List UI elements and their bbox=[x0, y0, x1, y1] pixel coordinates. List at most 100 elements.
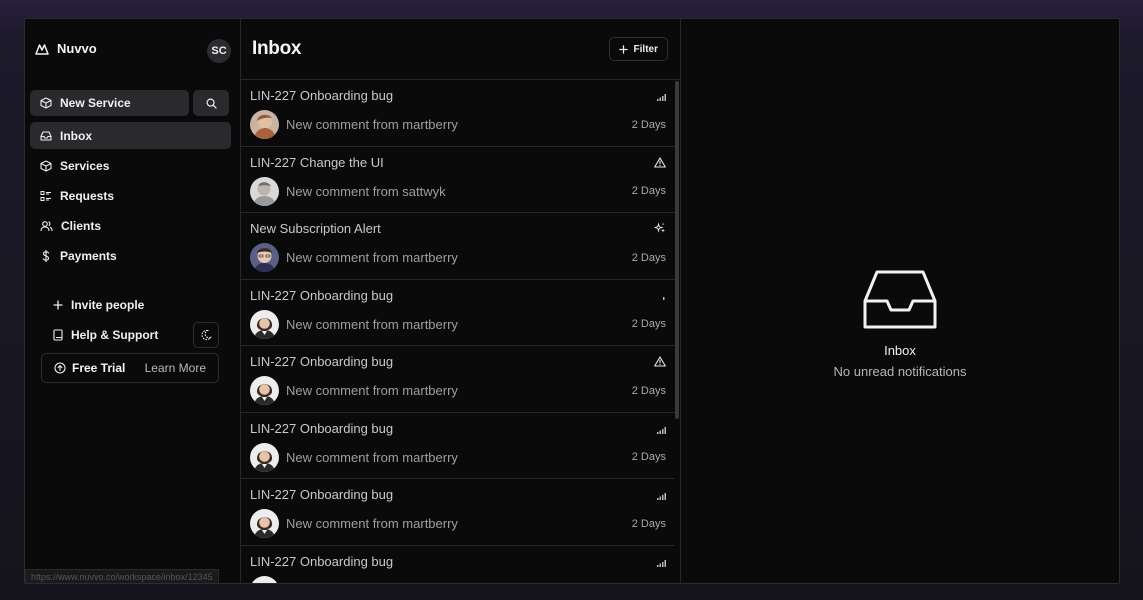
inbox-item-time: 2 Days bbox=[631, 384, 666, 397]
inbox-header: Inbox Filter bbox=[241, 19, 680, 80]
sidebar-item-label: Requests bbox=[60, 188, 115, 203]
box-icon bbox=[40, 159, 52, 172]
inbox-item-time: 2 Days bbox=[631, 118, 666, 131]
user-avatar[interactable]: SC bbox=[207, 39, 231, 63]
inbox-item-title: LIN-227 Change the UI bbox=[250, 154, 384, 170]
free-trial[interactable]: Free Trial bbox=[54, 361, 125, 375]
inbox-item-message: New comment from martberry bbox=[286, 383, 458, 398]
inbox-item-title: LIN-227 Onboarding bug bbox=[250, 287, 394, 303]
free-trial-banner[interactable]: Free Trial Learn More bbox=[41, 353, 219, 383]
inbox-item-title: LIN-227 Onboarding bug bbox=[250, 354, 394, 369]
invite-people-link[interactable]: Invite people bbox=[53, 298, 144, 312]
sparkle-icon bbox=[654, 222, 666, 234]
avatar bbox=[250, 509, 279, 538]
inbox-tray-icon bbox=[863, 269, 937, 331]
app-window: Nuvvo SC New Service Inbox Services Requ… bbox=[24, 18, 1120, 584]
free-trial-label: Free Trial bbox=[72, 361, 126, 375]
nuvvo-logo-icon bbox=[35, 43, 49, 55]
warning-icon bbox=[654, 156, 666, 168]
sidebar-item-payments[interactable]: Payments bbox=[30, 242, 231, 269]
sidebar-item-requests[interactable]: Requests bbox=[30, 182, 231, 209]
inbox-item-message: New comment from martberry bbox=[286, 250, 458, 265]
sidebar-item-clients[interactable]: Clients bbox=[30, 212, 231, 239]
invite-people-label: Invite people bbox=[71, 298, 145, 312]
inbox-item[interactable]: LIN-227 Onboarding bug New comment from … bbox=[241, 413, 675, 479]
inbox-item-time: 2 Days bbox=[631, 451, 666, 463]
inbox-list-panel: Inbox Filter LIN-227 Onboarding bug New … bbox=[241, 19, 681, 583]
inbox-icon bbox=[40, 130, 52, 142]
search-button[interactable] bbox=[193, 90, 229, 116]
empty-state: Inbox No unread notifications bbox=[681, 269, 1119, 379]
inbox-item-message: New comment from martberry bbox=[286, 516, 458, 531]
scrollbar[interactable] bbox=[675, 81, 679, 419]
avatar bbox=[250, 442, 279, 472]
empty-subtitle: No unread notifications bbox=[833, 364, 967, 379]
box-icon bbox=[40, 97, 52, 109]
priority-bars-icon bbox=[654, 555, 666, 567]
inbox-item[interactable]: LIN-227 Onboarding bug New comment from … bbox=[241, 346, 675, 413]
avatar bbox=[250, 176, 279, 206]
inbox-item-message: New comment from sattwyk bbox=[286, 183, 446, 199]
inbox-item-title: LIN-227 Onboarding bug bbox=[250, 553, 394, 569]
users-icon bbox=[40, 220, 53, 232]
sidebar-item-inbox[interactable]: Inbox bbox=[30, 122, 231, 149]
inbox-item-title: LIN-227 Onboarding bug bbox=[250, 88, 394, 103]
avatar bbox=[250, 110, 279, 139]
empty-title: Inbox bbox=[884, 343, 916, 358]
inbox-item-time: 2 Days bbox=[631, 318, 666, 330]
inbox-item-time: 2 Days bbox=[631, 251, 666, 264]
arrow-up-circle-icon bbox=[54, 362, 66, 374]
book-icon bbox=[53, 329, 63, 341]
inbox-item[interactable]: LIN-227 Onboarding bug New comment from … bbox=[241, 280, 675, 346]
moon-icon bbox=[199, 328, 213, 342]
page-title: Inbox bbox=[252, 38, 302, 59]
new-service-button[interactable]: New Service bbox=[30, 90, 189, 116]
status-url: https://www.nuvvo.co/workspace/inbox/123… bbox=[25, 569, 219, 583]
warning-icon bbox=[654, 355, 666, 367]
plus-icon bbox=[618, 44, 628, 54]
priority-bars-icon bbox=[654, 89, 666, 101]
avatar bbox=[250, 376, 279, 405]
priority-bars-icon bbox=[654, 422, 666, 434]
sidebar-nav: Inbox Services Requests Clients Payments bbox=[30, 122, 231, 272]
inbox-item-title: New Subscription Alert bbox=[250, 221, 381, 236]
inbox-item-title: LIN-227 Onboarding bug bbox=[250, 487, 394, 502]
inbox-item-time: 2 Days bbox=[631, 185, 666, 197]
priority-bars-icon bbox=[654, 488, 666, 500]
inbox-item-message: New comment from martberry bbox=[286, 449, 458, 465]
new-service-label: New Service bbox=[60, 96, 131, 110]
help-support-label: Help & Support bbox=[71, 328, 159, 342]
detail-panel: Inbox No unread notifications bbox=[681, 19, 1119, 583]
avatar bbox=[250, 309, 279, 339]
priority-low-icon bbox=[654, 289, 666, 301]
brand[interactable]: Nuvvo bbox=[35, 41, 97, 56]
plus-icon bbox=[53, 300, 63, 310]
sidebar-item-services[interactable]: Services bbox=[30, 152, 231, 179]
learn-more-link[interactable]: Learn More bbox=[145, 361, 206, 375]
list-icon bbox=[40, 190, 52, 202]
filter-button[interactable]: Filter bbox=[608, 37, 668, 61]
avatar bbox=[250, 575, 279, 583]
inbox-item-message: New comment from martberry bbox=[286, 316, 458, 332]
inbox-item[interactable]: LIN-227 Onboarding bug New comment from … bbox=[241, 479, 675, 546]
sidebar: Nuvvo SC New Service Inbox Services Requ… bbox=[25, 19, 241, 583]
inbox-item[interactable]: LIN-227 Change the UI New comment from s… bbox=[241, 147, 675, 213]
help-support-link[interactable]: Help & Support bbox=[53, 328, 158, 342]
inbox-items: LIN-227 Onboarding bug New comment from … bbox=[241, 80, 675, 583]
sidebar-item-label: Clients bbox=[61, 218, 102, 233]
inbox-item-time: 2 Days bbox=[631, 517, 666, 530]
inbox-item[interactable]: LIN-227 Onboarding bug bbox=[241, 546, 675, 583]
theme-toggle-button[interactable] bbox=[193, 322, 219, 348]
inbox-item-title: LIN-227 Onboarding bug bbox=[250, 420, 394, 436]
inbox-item-message: New comment from martberry bbox=[286, 117, 458, 132]
sidebar-item-label: Services bbox=[60, 158, 110, 173]
inbox-item[interactable]: New Subscription Alert New comment from … bbox=[241, 213, 675, 280]
search-icon bbox=[206, 98, 217, 109]
inbox-item[interactable]: LIN-227 Onboarding bug New comment from … bbox=[241, 80, 675, 147]
filter-label: Filter bbox=[633, 43, 658, 55]
sidebar-item-label: Payments bbox=[60, 248, 117, 263]
avatar bbox=[250, 243, 279, 272]
brand-name: Nuvvo bbox=[57, 41, 97, 56]
sidebar-item-label: Inbox bbox=[60, 128, 92, 143]
dollar-icon bbox=[40, 249, 52, 262]
